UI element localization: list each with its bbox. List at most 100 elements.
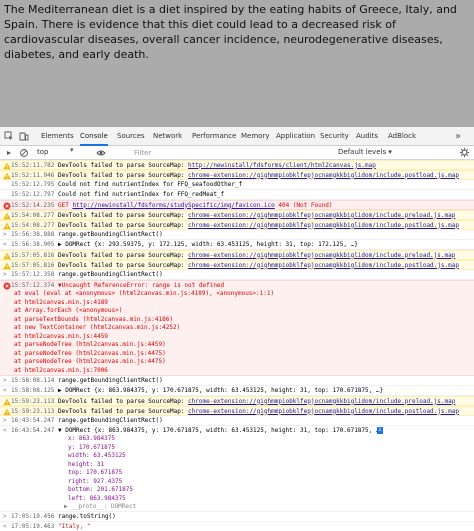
clear-console-icon[interactable] [19,148,29,158]
timestamp: 15:54:08.277 [11,221,55,229]
source-map-link[interactable]: chrome-extension://gighmmpiobklfepjocnam… [188,408,459,415]
object-property: top: 170.671875 [68,469,123,476]
context-dropdown-icon[interactable]: ▾ [70,146,74,154]
sidebar-toggle-icon[interactable] [4,148,14,158]
source-map-link[interactable]: chrome-extension://gighmmpiobklfepjocnam… [188,222,459,229]
console-log: 15:52:11.782 DevTools failed to parse So… [0,160,474,531]
result-chevron-icon: < [3,240,7,248]
source-map-link[interactable]: chrome-extension://gighmmpiobklfepjocnam… [188,398,455,405]
console-result-row[interactable]: < 16:43:54.247 ▼ DOMRect {x: 863.984375,… [0,426,474,512]
timestamp: 15:56:38.888 [11,230,55,238]
object-property: left: 863.984375 [68,494,126,502]
console-warning-row: 15:52:11.782 DevTools failed to parse So… [0,160,474,170]
console-result-row[interactable]: < 15:58:08.125 ▶ DOMRect {x: 863.984375,… [0,386,474,396]
warning-icon [3,212,11,220]
console-error-row: 15:52:14.235 GET http://newinstall/fdsfo… [0,200,474,210]
tab-memory[interactable]: Memory [241,127,269,146]
tab-network[interactable]: Network [153,127,182,146]
inspect-element-icon[interactable] [4,131,14,141]
timestamp: 17:05:19.456 [11,512,55,520]
object-property: right: 927.4375 [68,477,123,485]
console-result-row[interactable]: < 15:56:38.905 ▶ DOMRect {x: 293.59375, … [0,240,474,250]
input-chevron-icon: > [3,416,7,424]
stack-frame[interactable]: at html2canvas.min.js:4189 [14,299,108,308]
log-message: DevTools failed to parse SourceMap: [57,397,189,405]
console-warning-row: 15:59:23.113 DevTools failed to parse So… [0,406,474,416]
tab-sources[interactable]: Sources [117,127,145,146]
devtools-panel: Elements Console Sources Network Perform… [0,127,474,531]
tab-security[interactable]: Security [320,127,349,146]
console-warning-row: 15:52:11.946 DevTools failed to parse So… [0,170,474,180]
result-chevron-icon: < [3,522,7,530]
console-warning-row: 15:59:23.113 DevTools failed to parse So… [0,396,474,406]
stack-frame[interactable]: at parseNodeTree (html2canvas.min.js:445… [14,341,166,350]
stack-frame[interactable]: at html2canvas.min.js:7006 [14,367,108,376]
timestamp: 15:52:12.795 [11,180,55,188]
stack-frame[interactable]: at html2canvas.min.js:4459 [14,333,108,342]
device-toolbar-icon[interactable] [19,131,29,141]
warning-icon [3,408,11,416]
stack-frame[interactable]: at parseNodeTree (html2canvas.min.js:447… [14,358,166,367]
more-tabs-button[interactable]: » [455,127,461,146]
timestamp: 15:58:08.125 [11,386,55,394]
console-filter-input[interactable] [134,147,314,158]
log-message: Could not find nutrientIndex for FFQ_red… [57,190,225,198]
timestamp: 15:58:08.114 [11,376,55,384]
log-message: range.getBoundingClientRect() [57,376,163,384]
tab-elements[interactable]: Elements [41,127,74,146]
stack-frame[interactable]: at parseTextBounds (html2canvas.min.js:4… [14,316,173,325]
timestamp: 17:05:19.463 [11,522,55,530]
console-warning-row: 15:54:08.277 DevTools failed to parse So… [0,210,474,220]
tab-adblock[interactable]: AdBlock [388,127,416,146]
tab-application[interactable]: Application [276,127,315,146]
log-message: range.getBoundingClientRect() [57,416,163,424]
article-area: The Mediterranean diet is a diet inspire… [0,0,474,127]
console-error-row: 15:57:12.374 ▼Uncaught ReferenceError: r… [0,280,474,376]
timestamp: 15:57:12.358 [11,270,55,278]
source-map-link[interactable]: chrome-extension://gighmmpiobklfepjocnam… [188,252,455,259]
warning-icon [3,398,11,406]
timestamp: 16:43:54.247 [11,416,55,424]
warning-icon [3,222,11,230]
object-prototype[interactable]: ▶ __proto__: DOMRect [64,503,136,512]
warning-icon [3,172,11,180]
request-link[interactable]: http://newinstall/fdsforms/studySpecific… [72,202,274,209]
console-input-row: > 15:57:12.358 range.getBoundingClientRe… [0,270,474,280]
stack-frame[interactable]: at parseNodeTree (html2canvas.min.js:447… [14,350,166,359]
source-map-link[interactable]: chrome-extension://gighmmpiobklfepjocnam… [188,262,459,269]
source-map-link[interactable]: chrome-extension://gighmmpiobklfepjocnam… [188,172,459,179]
log-message: "Italy, " [57,522,91,530]
log-message: DevTools failed to parse SourceMap: [57,171,189,179]
warning-icon [3,162,11,170]
source-map-link[interactable]: chrome-extension://gighmmpiobklfepjocnam… [188,212,455,219]
warning-icon [3,252,11,260]
console-toolbar: top ▾ Default levels ▾ [0,146,474,160]
context-selector[interactable]: top [37,147,89,158]
tab-audits[interactable]: Audits [356,127,378,146]
timestamp: 15:54:08.277 [11,211,55,219]
console-input-row: > 15:58:08.114 range.getBoundingClientRe… [0,376,474,386]
object-property: bottom: 201.671875 [68,486,134,493]
timestamp: 15:59:23.113 [11,397,55,405]
eye-icon[interactable] [96,148,106,158]
stack-frame[interactable]: at new TextContainer (html2canvas.min.js… [14,324,180,333]
console-result-row: < 17:05:19.463 "Italy, " [0,522,474,531]
stack-frame[interactable]: at eval (eval at <anonymous> (html2canva… [14,290,274,299]
log-message: Could not find nutrientIndex for FFQ_sea… [57,180,243,188]
log-message[interactable]: ▼ DOMRect {x: 863.984375, y: 170.671875,… [58,427,383,434]
log-message[interactable]: ▼Uncaught ReferenceError: range is not d… [58,282,224,289]
timestamp: 15:52:12.797 [11,190,55,198]
stack-frame[interactable]: at Array.forEach (<anonymous>) [14,307,122,316]
timestamp: 15:57:05.816 [11,261,55,269]
console-warning-row: 15:54:08.277 DevTools failed to parse So… [0,220,474,230]
input-chevron-icon: > [3,376,7,384]
console-settings-icon[interactable] [459,147,470,158]
console-warning-row: 15:57:05.816 DevTools failed to parse So… [0,250,474,260]
timestamp: 15:59:23.113 [11,407,55,415]
log-levels-dropdown[interactable]: Default levels ▾ [338,147,392,158]
log-message: DevTools failed to parse SourceMap: [57,161,189,169]
tab-performance[interactable]: Performance [192,127,236,146]
timestamp: 15:52:11.946 [11,171,55,179]
source-map-link[interactable]: http://newinstall/fdsforms/client/html2c… [188,162,376,169]
tab-console[interactable]: Console [80,127,108,146]
